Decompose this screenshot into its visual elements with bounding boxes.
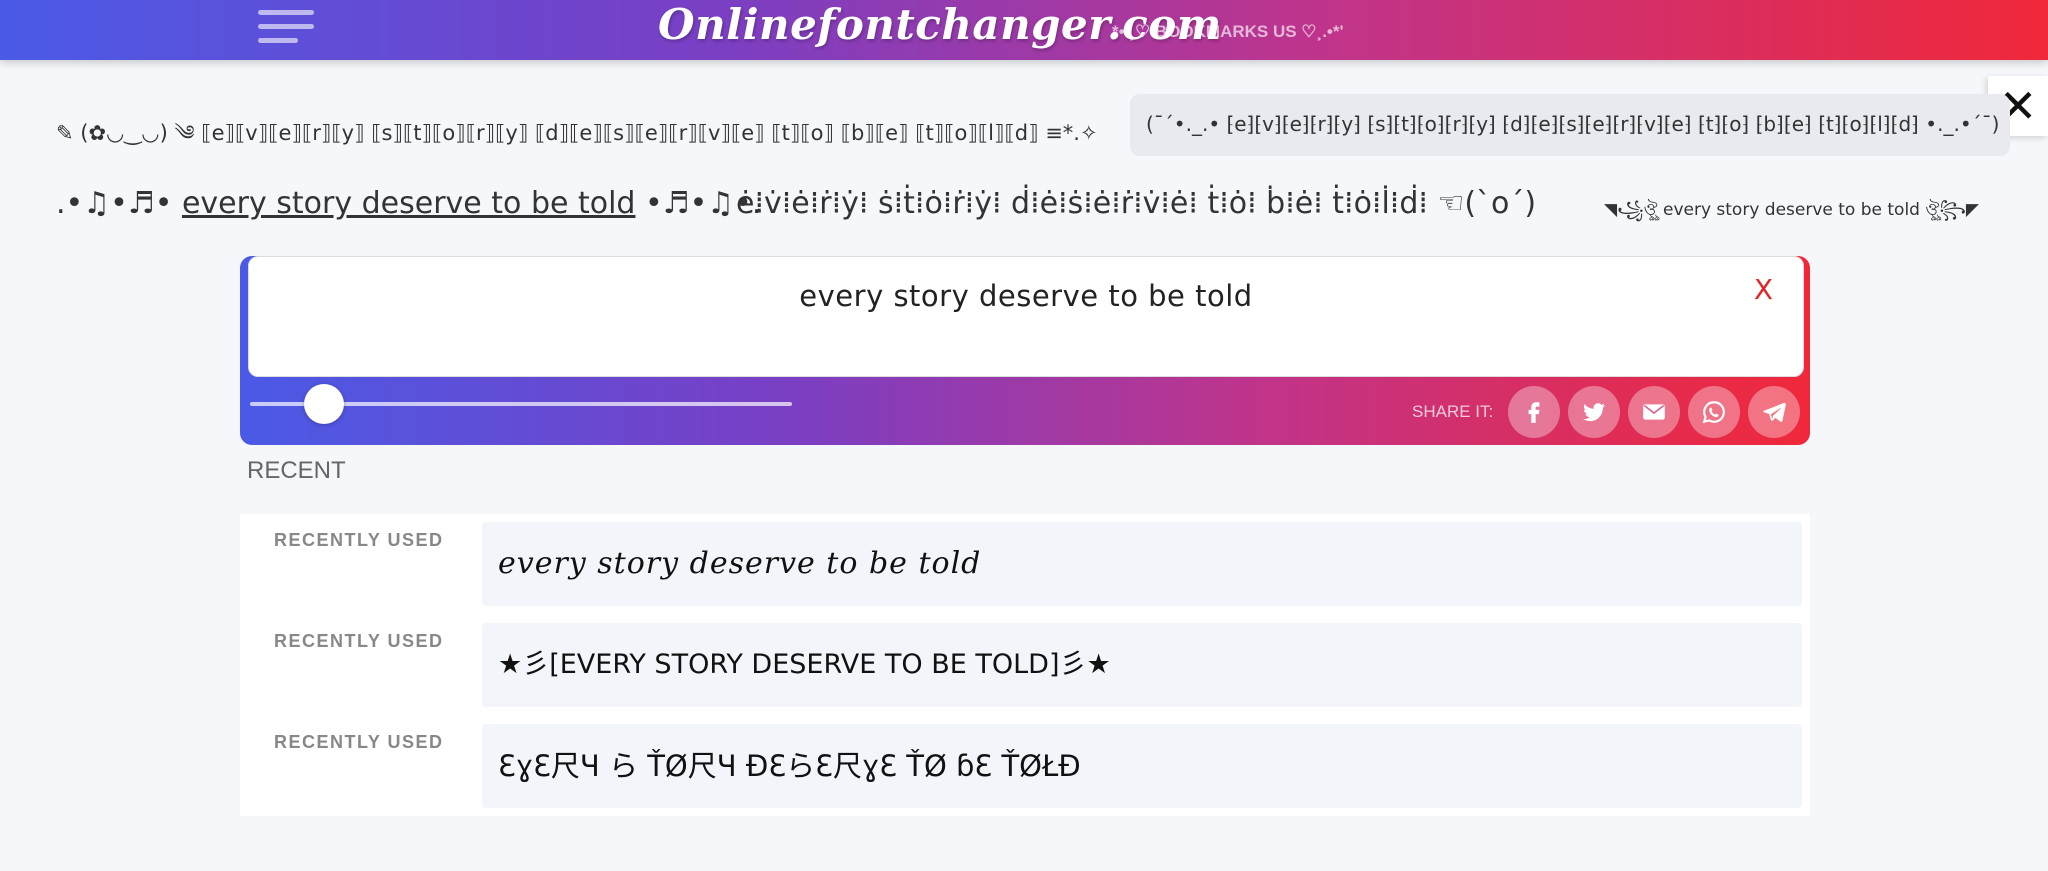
recent-text[interactable]: ƐɣƐ尺Ч ら ŤØ尺Ч ĐƐらƐ尺ɣƐ ŤØ ɓƐ ŤØŁĐ	[482, 724, 1802, 808]
recent-text[interactable]: every story deserve to be told	[482, 522, 1802, 606]
mail-icon[interactable]	[1628, 386, 1680, 438]
styled-result-music[interactable]: .•♫•♬• every story deserve to be told •♬…	[56, 186, 761, 221]
recent-label: RECENTLY USED	[274, 631, 444, 651]
font-size-slider-thumb[interactable]	[304, 384, 345, 424]
top-nav-bar: Onlinefontchanger.com *•.¸♡ BOOKMARKS US…	[0, 0, 2048, 60]
list-item: RECENTLY USED every story deserve to be …	[240, 514, 1810, 606]
recent-text[interactable]: ★彡[EVERY STORY DESERVE TO BE TOLD]彡★	[482, 623, 1802, 707]
share-label: SHARE IT:	[1412, 402, 1494, 421]
text-input-value: every story deserve to be told	[799, 279, 1253, 313]
list-item: RECENTLY USED ★彡[EVERY STORY DESERVE TO …	[240, 615, 1810, 707]
recent-label: RECENTLY USED	[274, 732, 444, 752]
recent-list: RECENTLY USED every story deserve to be …	[240, 514, 1810, 816]
text-input[interactable]: every story deserve to be told X	[248, 256, 1804, 377]
styled-result-frame[interactable]: (¯´•._.• ⁅e⁆⁅v⁆⁅e⁆⁅r⁆⁅y⁆ ⁅s⁆⁅t⁆⁅o⁆⁅r⁆⁅y⁆…	[1130, 94, 2010, 156]
whatsapp-icon[interactable]	[1688, 386, 1740, 438]
recent-heading: RECENT	[247, 457, 346, 484]
styled-result-brackets[interactable]: ✎ (✿◡‿◡) ༄ ⟦e⟧⟦v⟧⟦e⟧⟦r⟧⟦y⟧ ⟦s⟧⟦t⟧⟦o⟧⟦r⟧⟦…	[56, 110, 1098, 169]
styled-result-dotted[interactable]: ė⁞v̇⁞ė⁞ṙ⁞ẏ⁞ ṡ⁞ṫ⁞ȯ⁞ṙ⁞ẏ⁞ ḋ⁞ė⁞ṡ⁞ė⁞ṙ⁞v̇⁞ė⁞ ṫ…	[736, 186, 1536, 221]
music-text: every story deserve to be told	[181, 186, 636, 221]
hamburger-menu-icon[interactable]	[256, 8, 316, 48]
editor-panel: every story deserve to be told X SHARE I…	[240, 256, 1810, 445]
telegram-icon[interactable]	[1748, 386, 1800, 438]
styled-result-ornament[interactable]: ◥꧁ঔৣ every story deserve to be told ঔৣ꧂◤	[1604, 196, 1979, 231]
bookmark-link[interactable]: *•.¸♡ BOOKMARKS US ♡¸.•*'	[1112, 22, 1344, 42]
music-prefix: .•♫•♬•	[56, 186, 182, 221]
twitter-icon[interactable]	[1568, 386, 1620, 438]
recent-label: RECENTLY USED	[274, 530, 444, 550]
clear-text-button[interactable]: X	[1754, 273, 1773, 306]
list-item: RECENTLY USED ƐɣƐ尺Ч ら ŤØ尺Ч ĐƐらƐ尺ɣƐ ŤØ ɓƐ…	[240, 716, 1810, 808]
facebook-icon[interactable]	[1508, 386, 1560, 438]
